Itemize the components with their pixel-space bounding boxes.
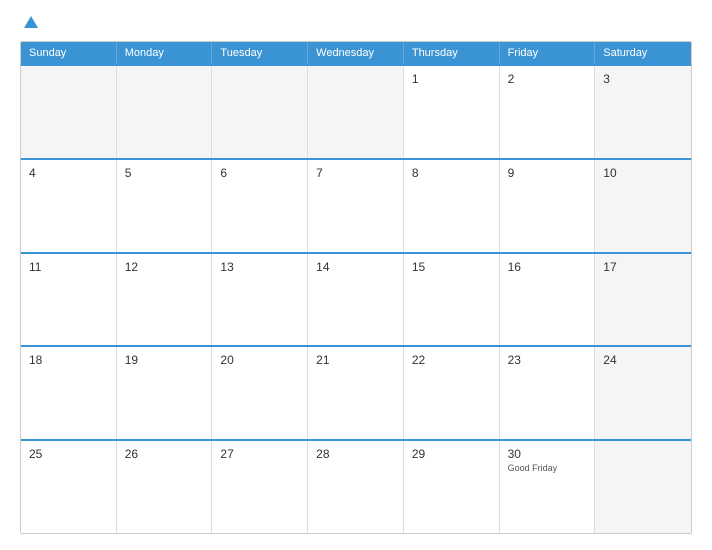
day-cell xyxy=(117,66,213,158)
calendar-page: SundayMondayTuesdayWednesdayThursdayFrid… xyxy=(0,0,712,550)
day-number: 17 xyxy=(603,260,683,274)
day-number: 26 xyxy=(125,447,204,461)
day-number: 29 xyxy=(412,447,491,461)
day-number: 9 xyxy=(508,166,587,180)
week-row-4: 18 19 20 21 22 23 24 xyxy=(21,345,691,439)
day-cell: 17 xyxy=(595,254,691,346)
day-cell: 25 xyxy=(21,441,117,533)
day-number: 30 xyxy=(508,447,587,461)
day-number: 4 xyxy=(29,166,108,180)
day-number: 14 xyxy=(316,260,395,274)
day-cell: 26 xyxy=(117,441,213,533)
day-number: 10 xyxy=(603,166,683,180)
day-cell xyxy=(21,66,117,158)
day-number: 12 xyxy=(125,260,204,274)
day-cell: 27 xyxy=(212,441,308,533)
day-cell: 2 xyxy=(500,66,596,158)
day-cell: 24 xyxy=(595,347,691,439)
week-row-3: 11 12 13 14 15 16 17 xyxy=(21,252,691,346)
day-number: 6 xyxy=(220,166,299,180)
day-cell xyxy=(212,66,308,158)
day-header-saturday: Saturday xyxy=(595,42,691,64)
day-number: 8 xyxy=(412,166,491,180)
day-header-monday: Monday xyxy=(117,42,213,64)
day-cell: 29 xyxy=(404,441,500,533)
day-number: 1 xyxy=(412,72,491,86)
logo xyxy=(20,16,38,29)
day-number: 3 xyxy=(603,72,683,86)
day-cell: 3 xyxy=(595,66,691,158)
day-cell: 18 xyxy=(21,347,117,439)
week-row-2: 4 5 6 7 8 9 10 xyxy=(21,158,691,252)
day-number: 13 xyxy=(220,260,299,274)
day-cell: 30 Good Friday xyxy=(500,441,596,533)
header xyxy=(20,16,692,29)
day-cell: 1 xyxy=(404,66,500,158)
day-header-friday: Friday xyxy=(500,42,596,64)
day-header-thursday: Thursday xyxy=(404,42,500,64)
day-number: 5 xyxy=(125,166,204,180)
day-cell: 20 xyxy=(212,347,308,439)
day-cell: 9 xyxy=(500,160,596,252)
day-number: 22 xyxy=(412,353,491,367)
day-number: 28 xyxy=(316,447,395,461)
day-number: 19 xyxy=(125,353,204,367)
day-number: 11 xyxy=(29,260,108,274)
day-cell: 13 xyxy=(212,254,308,346)
week-row-1: 1 2 3 xyxy=(21,64,691,158)
day-cell: 8 xyxy=(404,160,500,252)
day-cell: 15 xyxy=(404,254,500,346)
day-cell: 5 xyxy=(117,160,213,252)
day-number: 7 xyxy=(316,166,395,180)
day-number: 25 xyxy=(29,447,108,461)
day-header-wednesday: Wednesday xyxy=(308,42,404,64)
day-cell: 16 xyxy=(500,254,596,346)
day-number: 27 xyxy=(220,447,299,461)
day-number: 20 xyxy=(220,353,299,367)
calendar-grid: SundayMondayTuesdayWednesdayThursdayFrid… xyxy=(20,41,692,534)
day-number: 21 xyxy=(316,353,395,367)
holiday-label: Good Friday xyxy=(508,463,587,473)
day-number: 24 xyxy=(603,353,683,367)
week-row-5: 25 26 27 28 29 30 Good Friday xyxy=(21,439,691,533)
day-number: 23 xyxy=(508,353,587,367)
day-cell: 23 xyxy=(500,347,596,439)
day-cell: 6 xyxy=(212,160,308,252)
day-number: 2 xyxy=(508,72,587,86)
logo-triangle-icon xyxy=(24,16,38,28)
day-cell: 11 xyxy=(21,254,117,346)
day-cell: 4 xyxy=(21,160,117,252)
day-cell: 12 xyxy=(117,254,213,346)
day-number: 18 xyxy=(29,353,108,367)
day-cell xyxy=(308,66,404,158)
day-cell: 7 xyxy=(308,160,404,252)
day-cell: 10 xyxy=(595,160,691,252)
day-cell xyxy=(595,441,691,533)
day-cell: 14 xyxy=(308,254,404,346)
day-number: 16 xyxy=(508,260,587,274)
weeks-container: 1234567891011121314151617181920212223242… xyxy=(21,64,691,533)
day-cell: 22 xyxy=(404,347,500,439)
days-header: SundayMondayTuesdayWednesdayThursdayFrid… xyxy=(21,42,691,64)
day-cell: 28 xyxy=(308,441,404,533)
day-cell: 21 xyxy=(308,347,404,439)
day-header-sunday: Sunday xyxy=(21,42,117,64)
day-cell: 19 xyxy=(117,347,213,439)
day-number: 15 xyxy=(412,260,491,274)
day-header-tuesday: Tuesday xyxy=(212,42,308,64)
